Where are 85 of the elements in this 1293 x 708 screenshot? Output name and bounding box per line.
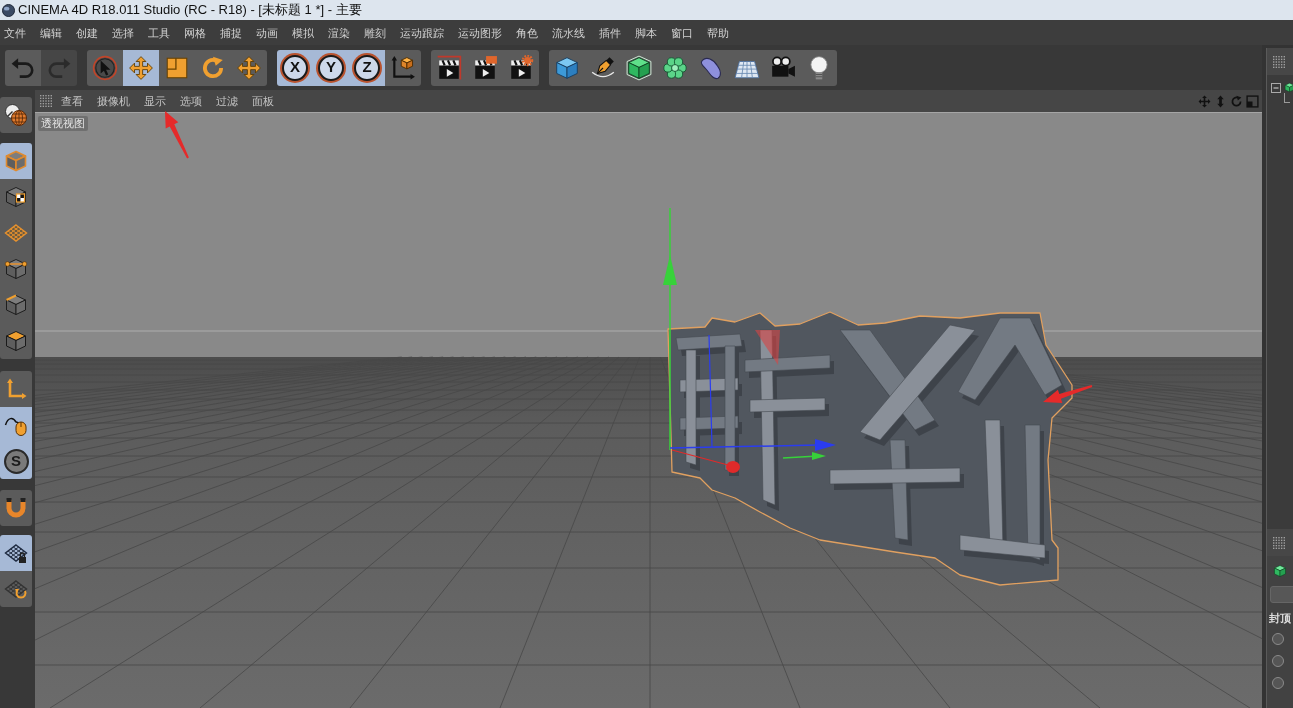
clapperboard-icon xyxy=(472,54,498,81)
axis-icon xyxy=(4,377,28,401)
axis-lock-button[interactable]: Z xyxy=(349,49,385,86)
tweak-mode-button[interactable] xyxy=(0,407,32,443)
menu-item[interactable]: 角色 xyxy=(516,25,538,40)
viewport-menu-item[interactable]: 面板 xyxy=(252,94,274,108)
clapperboard-gear-icon xyxy=(508,54,534,81)
cube-icon xyxy=(1284,82,1293,93)
rotate-icon xyxy=(200,54,226,81)
cube-icon xyxy=(4,149,28,173)
menu-item[interactable]: 插件 xyxy=(599,25,621,40)
scale-tool-button[interactable] xyxy=(159,49,195,86)
annotation-arrow xyxy=(164,110,190,160)
move-arrows-icon xyxy=(128,54,154,81)
lock-workplane-button[interactable] xyxy=(0,535,32,571)
make-editable-button[interactable] xyxy=(0,97,32,133)
window-title: CINEMA 4D R18.011 Studio (RC - R18) - [未标题 1 *] - 主要 xyxy=(18,2,362,18)
snap-button[interactable] xyxy=(0,490,32,526)
menu-item[interactable]: 运动图形 xyxy=(458,25,502,40)
cube-object-button[interactable] xyxy=(549,49,585,86)
render-settings-button[interactable] xyxy=(503,49,539,86)
cube-icon xyxy=(554,54,580,81)
move-gizmo-drawing[interactable] xyxy=(663,207,836,473)
grid-rotate-icon xyxy=(4,577,28,601)
menu-item[interactable]: 模拟 xyxy=(292,25,314,40)
viewport-menu-item[interactable]: 查看 xyxy=(61,94,83,108)
move-arrows-icon xyxy=(236,54,262,81)
menu-item[interactable]: 雕刻 xyxy=(364,25,386,40)
viewport-menu-item[interactable]: 显示 xyxy=(144,94,166,108)
polygons-mode-button[interactable] xyxy=(0,323,32,359)
menu-item[interactable]: 帮助 xyxy=(707,25,729,40)
select-tool-button[interactable] xyxy=(87,49,123,86)
grid-handle-icon[interactable] xyxy=(40,95,52,107)
render-view-button[interactable] xyxy=(431,49,467,86)
flower-icon xyxy=(662,54,688,81)
menu-item[interactable]: 运动跟踪 xyxy=(400,25,444,40)
cube-icon xyxy=(1273,564,1287,578)
text-field[interactable] xyxy=(1270,586,1293,603)
annotation-arrow xyxy=(1042,384,1094,405)
viewport-menu-item[interactable]: 选项 xyxy=(180,94,202,108)
menu-item[interactable]: 网格 xyxy=(184,25,206,40)
menu-item[interactable]: 文件 xyxy=(4,25,26,40)
menu-item[interactable]: 动画 xyxy=(256,25,278,40)
grid-lock-icon xyxy=(4,541,28,565)
undo-button[interactable] xyxy=(5,49,41,86)
menu-item[interactable]: 工具 xyxy=(148,25,170,40)
move-tool-button[interactable] xyxy=(123,49,159,86)
solo-button[interactable]: S xyxy=(0,443,32,479)
menu-item[interactable]: 窗口 xyxy=(671,25,693,40)
transform-tool-button[interactable] xyxy=(231,49,267,86)
cube-points-icon xyxy=(4,257,28,281)
app-logo-icon xyxy=(2,3,15,17)
viewport-menu-item[interactable]: 过滤 xyxy=(216,94,238,108)
menu-item[interactable]: 选择 xyxy=(112,25,134,40)
cube-face-icon xyxy=(4,329,28,353)
cube-edge-icon xyxy=(4,293,28,317)
coordinate-system-button[interactable] xyxy=(385,49,421,86)
viewport-menu-item[interactable]: 摄像机 xyxy=(97,94,130,108)
menu-item[interactable]: 创建 xyxy=(76,25,98,40)
checker-cube-icon xyxy=(4,185,28,209)
grid-handle-icon[interactable] xyxy=(1273,55,1285,68)
radio-button[interactable] xyxy=(1272,633,1284,645)
magnet-icon xyxy=(4,496,28,520)
menu-item[interactable]: 编辑 xyxy=(40,25,62,40)
radio-button[interactable] xyxy=(1272,677,1284,689)
axis-mode-button[interactable] xyxy=(0,371,32,407)
globe-icon xyxy=(4,103,28,127)
viewport-label: 透视视图 xyxy=(38,116,88,131)
menu-item[interactable]: 流水线 xyxy=(552,25,585,40)
menu-item[interactable]: 捕捉 xyxy=(220,25,242,40)
planar-workplane-button[interactable] xyxy=(0,571,32,607)
axes-cube-icon xyxy=(390,54,416,81)
texture-mode-button[interactable] xyxy=(0,179,32,215)
collapse-icon[interactable] xyxy=(1271,82,1281,93)
menu-item[interactable]: 脚本 xyxy=(635,25,657,40)
menu-item[interactable]: 渲染 xyxy=(328,25,350,40)
axis-lock-button[interactable]: X xyxy=(277,49,313,86)
cursor-ring-icon xyxy=(92,54,118,81)
grid-handle-icon[interactable] xyxy=(1273,536,1285,549)
clapperboard-icon xyxy=(436,54,462,81)
caged-cube-icon xyxy=(626,54,652,81)
radio-button[interactable] xyxy=(1272,655,1284,667)
axis-lock-button[interactable]: Y xyxy=(313,49,349,86)
section-label: 封顶 xyxy=(1268,611,1292,625)
light-button[interactable] xyxy=(801,49,837,86)
